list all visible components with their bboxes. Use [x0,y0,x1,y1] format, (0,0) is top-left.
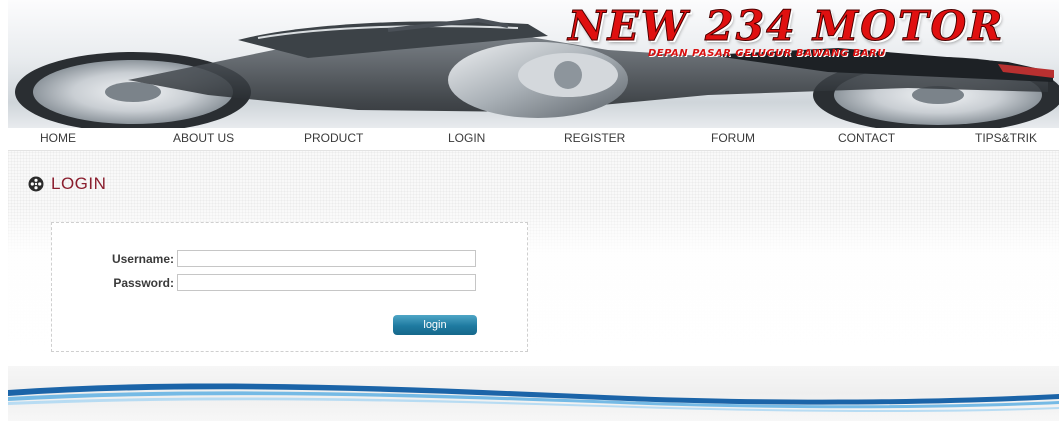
login-button[interactable]: login [393,315,477,335]
username-input[interactable] [177,250,476,267]
nav-item-product[interactable]: PRODUCT [304,131,363,145]
header-banner: NEW 234 MOTOR DEPAN PASAR GELUGUR BAWANG… [8,0,1059,128]
password-input[interactable] [177,274,476,291]
section-heading: LOGIN [28,174,106,194]
footer-swoosh [8,383,1059,412]
login-form: Username: Password: login [51,222,528,352]
logo-tagline: DEPAN PASAR GELUGUR BAWANG BARU [648,48,886,59]
nav-item-forum[interactable]: FORUM [711,131,755,145]
page: NEW 234 MOTOR DEPAN PASAR GELUGUR BAWANG… [0,0,1059,421]
username-label: Username: [111,252,174,266]
nav-item-about-us[interactable]: ABOUT US [173,131,234,145]
nav-item-login[interactable]: LOGIN [448,131,485,145]
footer-decoration [8,366,1059,421]
nav-item-home[interactable]: HOME [40,131,76,145]
gear-bullet-icon [28,176,44,192]
nav-item-register[interactable]: REGISTER [564,131,625,145]
main-nav: HOME ABOUT US PRODUCT LOGIN REGISTER FOR… [8,128,1059,151]
page-title: LOGIN [51,174,107,193]
logo-title: NEW 234 MOTOR [567,2,1005,51]
password-label: Password: [113,276,174,290]
nav-item-tips-trik[interactable]: TIPS&TRIK [975,131,1037,145]
nav-item-contact[interactable]: CONTACT [838,131,895,145]
